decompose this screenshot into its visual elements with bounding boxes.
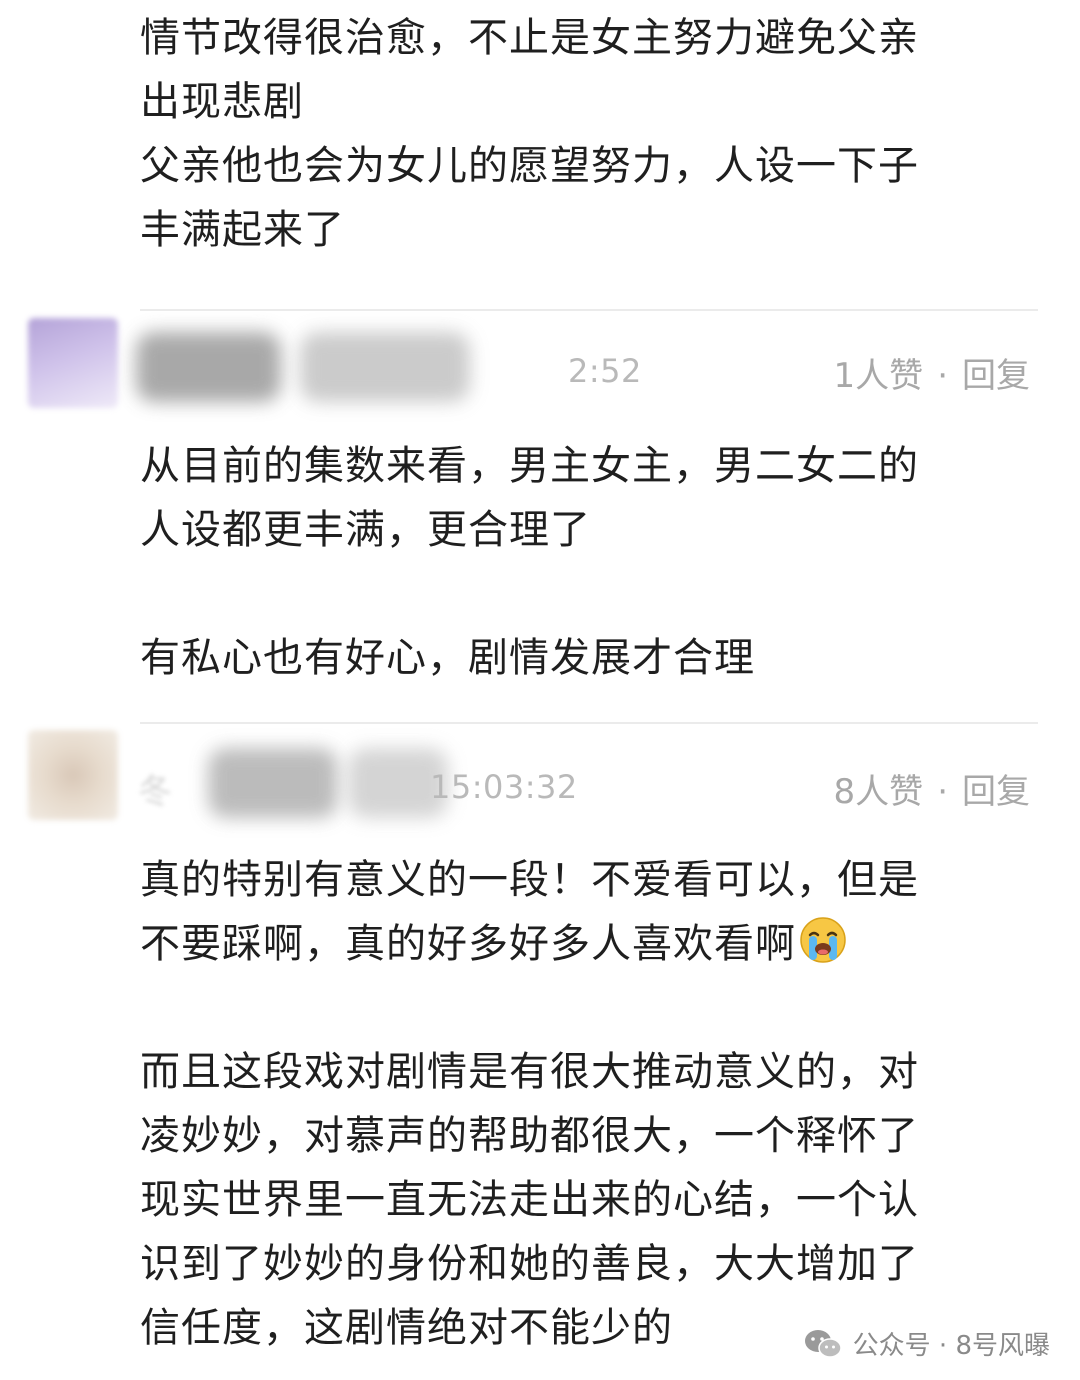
comment-divider <box>140 722 1038 724</box>
comment-body: 从目前的集数来看，男主女主，男二女二的 人设都更丰满，更合理了 有私心也有好心，… <box>140 434 1040 690</box>
date-blurred <box>300 332 470 402</box>
username-blurred[interactable] <box>208 748 338 818</box>
watermark-text: 公众号 · 8号风曝 <box>852 1331 1050 1361</box>
loudly-crying-face-icon <box>800 917 846 963</box>
reply-button[interactable]: 回复 <box>962 772 1030 812</box>
comment-header: 2:52 1人赞 · 回复 <box>28 312 1040 432</box>
comment-divider <box>140 309 1038 311</box>
comment-line: 人设都更丰满，更合理了 <box>140 507 591 553</box>
avatar[interactable] <box>28 730 118 820</box>
wechat-icon <box>804 1329 842 1358</box>
meta-separator: · <box>937 772 948 812</box>
comment-line: 凌妙妙，对慕声的帮助都很大，一个释怀了 <box>140 1113 919 1159</box>
comment-line: 从目前的集数来看，男主女主，男二女二的 <box>140 443 919 489</box>
like-count-button[interactable]: 8人赞 <box>834 772 924 812</box>
comment-text: 不要踩啊，真的好多好多人喜欢看啊 <box>140 921 796 967</box>
comment-line: 父亲他也会为女儿的愿望努力，人设一下子 <box>140 143 919 189</box>
username-partial[interactable]: 冬 <box>138 764 172 813</box>
comment-line: 出现悲剧 <box>140 79 304 125</box>
comment-line: 而且这段戏对剧情是有很大推动意义的，对 <box>140 1049 919 1095</box>
avatar[interactable] <box>28 318 118 408</box>
comment-line: 真的特别有意义的一段！不爱看可以，但是 <box>140 857 919 903</box>
reply-button[interactable]: 回复 <box>962 356 1030 396</box>
like-count-button[interactable]: 1人赞 <box>834 356 924 396</box>
comment-line: 情节改得很治愈，不止是女主努力避免父亲 <box>140 15 919 61</box>
comment-header: 冬 15:03:32 8人赞 · 回复 <box>28 728 1040 848</box>
watermark: 公众号 · 8号风曝 <box>803 1325 1050 1362</box>
comment-line: 丰满起来了 <box>140 207 345 253</box>
comment-time: 2:52 <box>568 352 642 390</box>
meta-separator: · <box>937 356 948 396</box>
comment-line: 有私心也有好心，剧情发展才合理 <box>140 635 755 681</box>
comment-line: 现实世界里一直无法走出来的心结，一个认 <box>140 1177 919 1223</box>
comment-body: 真的特别有意义的一段！不爱看可以，但是 不要踩啊，真的好多好多人喜欢看啊 而且这… <box>140 848 1040 1360</box>
comment-meta: 1人赞 · 回复 <box>834 348 1030 397</box>
username-blurred[interactable] <box>136 332 281 402</box>
comment-time: 15:03:32 <box>430 768 578 806</box>
comment-line: 不要踩啊，真的好多好多人喜欢看啊 <box>140 912 1040 976</box>
comment-body-top: 情节改得很治愈，不止是女主努力避免父亲 出现悲剧 父亲他也会为女儿的愿望努力，人… <box>140 6 1040 262</box>
comment-line: 识到了妙妙的身份和她的善良，大大增加了 <box>140 1241 919 1287</box>
comment-meta: 8人赞 · 回复 <box>834 764 1030 813</box>
